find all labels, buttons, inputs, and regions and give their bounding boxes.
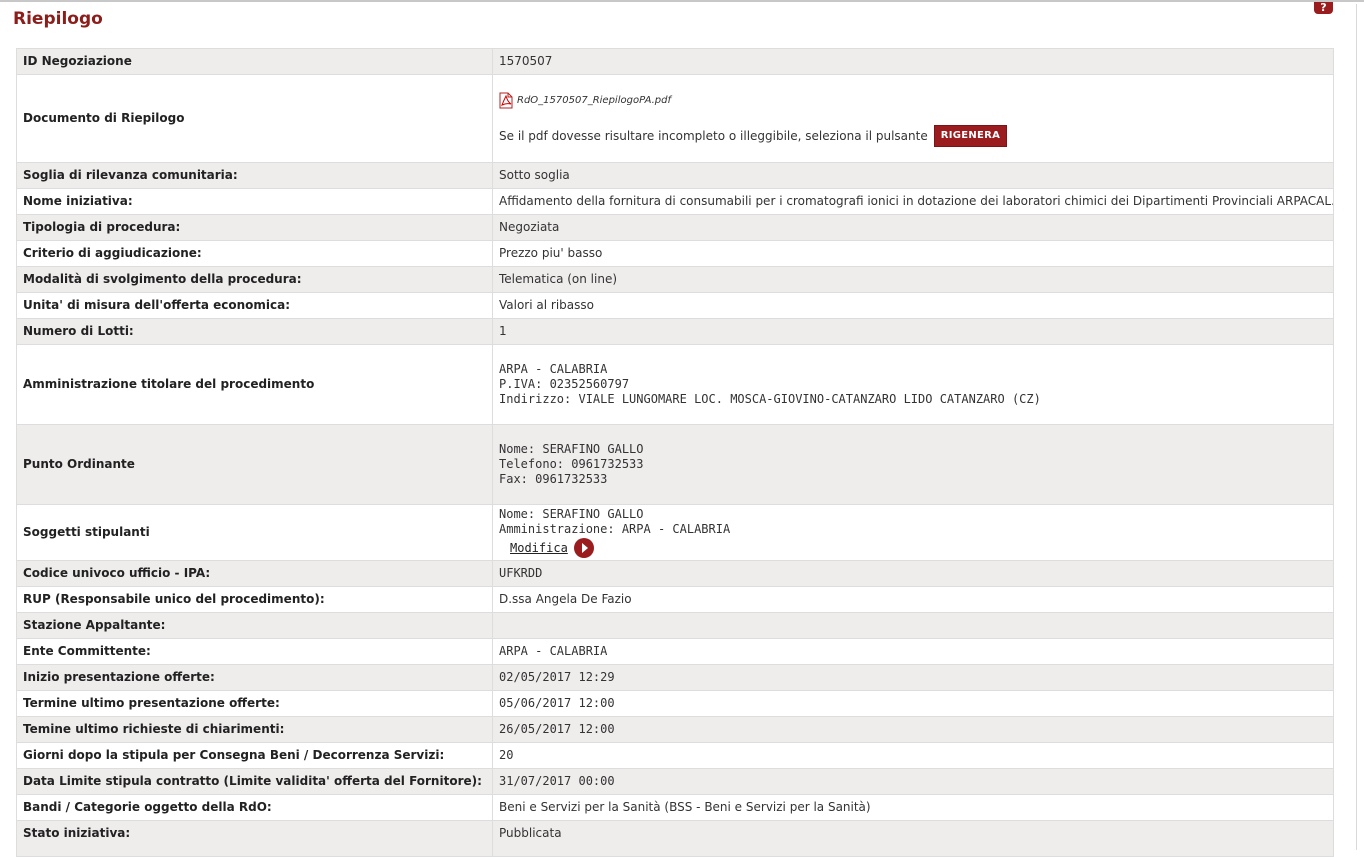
- pdf-file-link[interactable]: RdO_1570507_RiepilogoPA.pdf: [517, 93, 671, 108]
- value-lotti: 1: [492, 318, 1334, 345]
- value-stato: Pubblicata: [492, 820, 1334, 857]
- row-soggetti-stipulanti: Soggetti stipulanti Nome: SERAFINO GALLO…: [16, 504, 1334, 561]
- pdf-icon[interactable]: [499, 92, 513, 109]
- row-chiarimenti: Temine ultimo richieste di chiarimenti: …: [16, 716, 1334, 743]
- row-soglia: Soglia di rilevanza comunitaria: Sotto s…: [16, 162, 1334, 189]
- regenerate-button[interactable]: RIGENERA: [933, 125, 1008, 147]
- value-soggetti-stipulanti: Nome: SERAFINO GALLO Amministrazione: AR…: [492, 504, 1334, 561]
- label-termine: Termine ultimo presentazione offerte:: [16, 690, 493, 717]
- value-bandi: Beni e Servizi per la Sanità (BSS - Beni…: [492, 794, 1334, 821]
- regenerate-note: Se il pdf dovesse risultare incompleto o…: [499, 128, 928, 143]
- label-punto-ordinante: Punto Ordinante: [16, 424, 493, 505]
- label-soglia: Soglia di rilevanza comunitaria:: [16, 162, 493, 189]
- row-tipologia: Tipologia di procedura: Negoziata: [16, 214, 1334, 241]
- label-modalita: Modalità di svolgimento della procedura:: [16, 266, 493, 293]
- value-data-limite: 31/07/2017 00:00: [492, 768, 1334, 795]
- value-ipa: UFKRDD: [492, 560, 1334, 587]
- row-data-limite: Data Limite stipula contratto (Limite va…: [16, 768, 1334, 795]
- label-unita: Unita' di misura dell'offerta economica:: [16, 292, 493, 319]
- modifica-link[interactable]: Modifica: [510, 541, 568, 556]
- label-lotti: Numero di Lotti:: [16, 318, 493, 345]
- value-ente: ARPA - CALABRIA: [492, 638, 1334, 665]
- soggetti-name: Nome: SERAFINO GALLO: [499, 507, 644, 521]
- summary-table: ID Negoziazione 1570507 Documento di Rie…: [16, 48, 1334, 857]
- value-inizio: 02/05/2017 12:29: [492, 664, 1334, 691]
- label-id-negoziazione: ID Negoziazione: [16, 48, 493, 75]
- label-chiarimenti: Temine ultimo richieste di chiarimenti:: [16, 716, 493, 743]
- value-punto-ordinante: Nome: SERAFINO GALLO Telefono: 096173253…: [492, 424, 1334, 505]
- row-ipa: Codice univoco ufficio - IPA: UFKRDD: [16, 560, 1334, 587]
- row-nome-iniziativa: Nome iniziativa: Affidamento della forni…: [16, 188, 1334, 215]
- top-divider: [0, 0, 1364, 2]
- value-criterio: Prezzo piu' basso: [492, 240, 1334, 267]
- row-id-negoziazione: ID Negoziazione 1570507: [16, 48, 1334, 75]
- label-stato: Stato iniziativa:: [16, 820, 493, 857]
- label-tipologia: Tipologia di procedura:: [16, 214, 493, 241]
- row-termine: Termine ultimo presentazione offerte: 05…: [16, 690, 1334, 717]
- row-punto-ordinante: Punto Ordinante Nome: SERAFINO GALLO Tel…: [16, 424, 1334, 505]
- label-rup: RUP (Responsabile unico del procedimento…: [16, 586, 493, 613]
- row-stato: Stato iniziativa: Pubblicata: [16, 820, 1334, 857]
- row-modalita: Modalità di svolgimento della procedura:…: [16, 266, 1334, 293]
- label-ipa: Codice univoco ufficio - IPA:: [16, 560, 493, 587]
- value-documento: RdO_1570507_RiepilogoPA.pdf Se il pdf do…: [492, 74, 1334, 163]
- value-modalita: Telematica (on line): [492, 266, 1334, 293]
- value-soglia: Sotto soglia: [492, 162, 1334, 189]
- page-title: Riepilogo: [13, 9, 103, 29]
- value-rup: D.ssa Angela De Fazio: [492, 586, 1334, 613]
- label-documento: Documento di Riepilogo: [16, 74, 493, 163]
- value-chiarimenti: 26/05/2017 12:00: [492, 716, 1334, 743]
- value-nome-iniziativa: Affidamento della fornitura di consumabi…: [492, 188, 1334, 215]
- row-inizio: Inizio presentazione offerte: 02/05/2017…: [16, 664, 1334, 691]
- amministrazione-address: Indirizzo: VIALE LUNGOMARE LOC. MOSCA-GI…: [499, 392, 1041, 406]
- row-stazione: Stazione Appaltante:: [16, 612, 1334, 639]
- punto-ordinante-name: Nome: SERAFINO GALLO: [499, 442, 644, 456]
- arrow-right-icon[interactable]: [573, 538, 594, 558]
- value-amministrazione: ARPA - CALABRIA P.IVA: 02352560797 Indir…: [492, 344, 1334, 425]
- value-id-negoziazione: 1570507: [492, 48, 1334, 75]
- row-unita: Unita' di misura dell'offerta economica:…: [16, 292, 1334, 319]
- label-criterio: Criterio di aggiudicazione:: [16, 240, 493, 267]
- row-amministrazione: Amministrazione titolare del procediment…: [16, 344, 1334, 425]
- label-soggetti-stipulanti: Soggetti stipulanti: [16, 504, 493, 561]
- label-giorni: Giorni dopo la stipula per Consegna Beni…: [16, 742, 493, 769]
- row-rup: RUP (Responsabile unico del procedimento…: [16, 586, 1334, 613]
- soggetti-amministrazione: Amministrazione: ARPA - CALABRIA: [499, 522, 731, 536]
- row-bandi: Bandi / Categorie oggetto della RdO: Ben…: [16, 794, 1334, 821]
- amministrazione-name: ARPA - CALABRIA: [499, 362, 608, 376]
- label-data-limite: Data Limite stipula contratto (Limite va…: [16, 768, 493, 795]
- punto-ordinante-fax: Fax: 0961732533: [499, 472, 608, 486]
- value-unita: Valori al ribasso: [492, 292, 1334, 319]
- row-ente: Ente Committente: ARPA - CALABRIA: [16, 638, 1334, 665]
- row-criterio: Criterio di aggiudicazione: Prezzo piu' …: [16, 240, 1334, 267]
- scrollbar-edge: [1356, 4, 1357, 850]
- label-ente: Ente Committente:: [16, 638, 493, 665]
- help-icon[interactable]: ?: [1314, 2, 1333, 14]
- label-inizio: Inizio presentazione offerte:: [16, 664, 493, 691]
- value-stazione: [492, 612, 1334, 639]
- label-stazione: Stazione Appaltante:: [16, 612, 493, 639]
- value-termine: 05/06/2017 12:00: [492, 690, 1334, 717]
- amministrazione-piva: P.IVA: 02352560797: [499, 377, 630, 391]
- value-giorni: 20: [492, 742, 1334, 769]
- value-tipologia: Negoziata: [492, 214, 1334, 241]
- row-giorni: Giorni dopo la stipula per Consegna Beni…: [16, 742, 1334, 769]
- label-bandi: Bandi / Categorie oggetto della RdO:: [16, 794, 493, 821]
- row-lotti: Numero di Lotti: 1: [16, 318, 1334, 345]
- punto-ordinante-phone: Telefono: 0961732533: [499, 457, 644, 471]
- row-documento: Documento di Riepilogo RdO_1570507_Riepi…: [16, 74, 1334, 163]
- label-amministrazione: Amministrazione titolare del procediment…: [16, 344, 493, 425]
- label-nome-iniziativa: Nome iniziativa:: [16, 188, 493, 215]
